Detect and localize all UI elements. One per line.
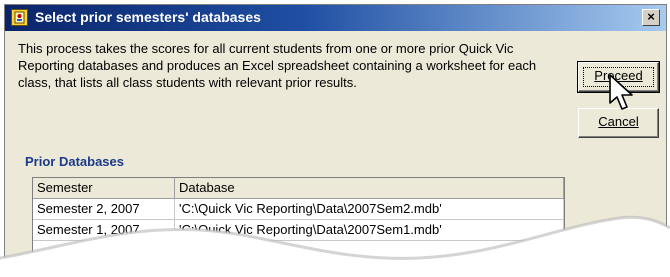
column-header-database[interactable]: Database [175, 178, 564, 198]
focus-rectangle [583, 67, 654, 87]
table-row[interactable]: Semester 1, 2007 'C:\Quick Vic Reporting… [33, 220, 564, 241]
column-header-semester[interactable]: Semester [33, 178, 175, 198]
proceed-button[interactable]: Proceed [578, 62, 659, 92]
prior-databases-table: Semester Database Semester 2, 2007 'C:\Q… [32, 177, 565, 272]
cancel-button[interactable]: Cancel [578, 108, 659, 138]
database-cell: 'C:\Quick Vic Reporting\Data\2007Sem2.md… [175, 199, 564, 219]
database-app-icon [11, 9, 28, 26]
semester-cell: Semester 2, 2007 [33, 199, 175, 219]
close-button[interactable]: × [642, 9, 660, 26]
semester-cell: Semester 1, 2007 [33, 220, 175, 240]
table-header: Semester Database [33, 178, 564, 199]
dialog-window: Select prior semesters' databases × This… [4, 4, 667, 274]
prior-databases-label: Prior Databases [25, 154, 124, 169]
table-row[interactable]: Semester 2, 2007 'C:\Quick Vic Reporting… [33, 199, 564, 220]
description-text: This process takes the scores for all cu… [18, 41, 537, 90]
cancel-label: Cancel [598, 114, 639, 129]
window-title: Select prior semesters' databases [35, 9, 261, 25]
title-bar[interactable]: Select prior semesters' databases × [5, 5, 666, 31]
database-cell: 'C:\Quick Vic Reporting\Data\2007Sem1.md… [175, 220, 564, 240]
